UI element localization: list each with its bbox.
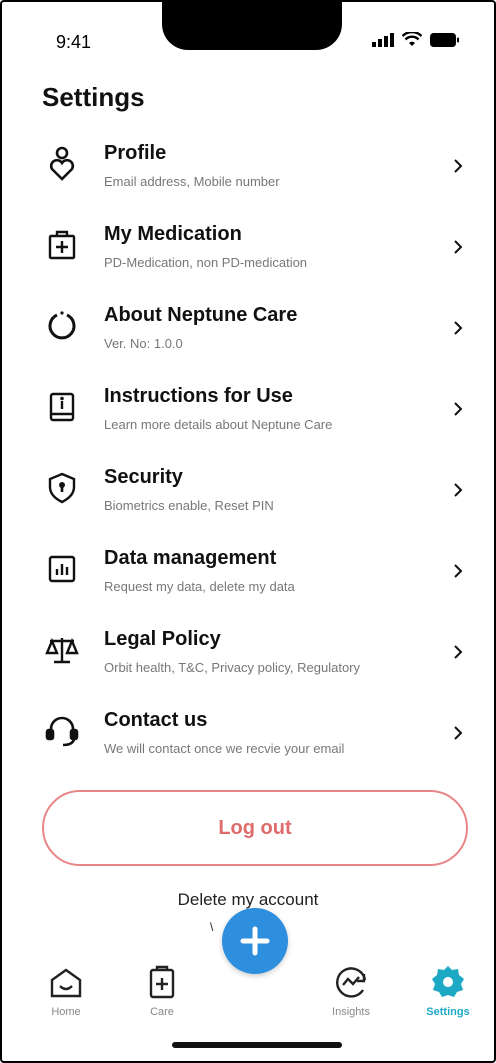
scales-icon: [42, 630, 82, 670]
page-title: Settings: [42, 82, 145, 112]
settings-item-label: My Medication: [104, 223, 242, 245]
bar-chart-icon: [42, 549, 82, 589]
logout-button[interactable]: Log out: [42, 790, 468, 866]
delete-account-link[interactable]: Delete my account: [2, 890, 494, 910]
chevron-right-icon: [454, 483, 463, 497]
settings-item-label: Contact us: [104, 709, 208, 731]
tab-label: Home: [51, 1006, 81, 1018]
wifi-icon: [402, 32, 422, 46]
tab-label: Settings: [426, 1006, 470, 1018]
settings-item-profile[interactable]: Profile Email address, Mobile number: [2, 122, 494, 203]
headset-icon: [42, 711, 82, 751]
settings-item-label: Data management: [104, 547, 277, 569]
signal-icon: [372, 32, 394, 47]
chevron-right-icon: [454, 159, 463, 173]
settings-item-subtitle: Biometrics enable, Reset PIN: [104, 498, 274, 513]
home-icon: [50, 968, 82, 998]
tab-home[interactable]: Home: [26, 962, 106, 1018]
settings-gear-icon: [432, 966, 464, 997]
settings-item-label: Security: [104, 466, 183, 488]
tab-care[interactable]: Care: [122, 962, 202, 1018]
settings-item-contact[interactable]: Contact us We will contact once we recvi…: [2, 689, 494, 770]
settings-item-subtitle: Learn more details about Neptune Care: [104, 417, 333, 432]
settings-list: Profile Email address, Mobile number My …: [2, 122, 494, 770]
settings-item-subtitle: PD-Medication, non PD-medication: [104, 255, 308, 270]
phone-frame: 9:41 Settings Profile Email address, Mob…: [0, 0, 496, 1063]
info-book-icon: [42, 387, 82, 427]
settings-item-subtitle: Email address, Mobile number: [104, 174, 280, 189]
profile-heart-icon: [42, 144, 82, 184]
chevron-right-icon: [454, 645, 463, 659]
settings-item-security[interactable]: Security Biometrics enable, Reset PIN: [2, 446, 494, 527]
tab-label: Insights: [332, 1006, 370, 1018]
settings-item-medication[interactable]: My Medication PD-Medication, non PD-medi…: [2, 203, 494, 284]
settings-item-subtitle: Request my data, delete my data: [104, 579, 295, 594]
status-icons: [372, 32, 460, 47]
settings-item-data-management[interactable]: Data management Request my data, delete …: [2, 527, 494, 608]
settings-item-subtitle: Ver. No: 1.0.0: [104, 336, 183, 351]
status-time: 9:41: [56, 32, 92, 52]
bottom-tab-bar: Home Care Insights Settings: [2, 962, 494, 1032]
medication-box-icon: [42, 225, 82, 265]
tab-settings[interactable]: Settings: [408, 962, 488, 1018]
chevron-right-icon: [454, 402, 463, 416]
battery-icon: [430, 32, 459, 47]
settings-item-instructions[interactable]: Instructions for Use Learn more details …: [2, 365, 494, 446]
settings-item-label: Instructions for Use: [104, 385, 293, 407]
settings-item-label: About Neptune Care: [104, 304, 298, 326]
tab-label: Care: [150, 1006, 174, 1018]
home-indicator: [172, 1042, 342, 1048]
settings-item-label: Profile: [104, 142, 167, 164]
settings-item-subtitle: We will contact once we recvie your emai…: [104, 741, 345, 756]
chevron-right-icon: [454, 240, 463, 254]
settings-item-label: Legal Policy: [104, 628, 221, 650]
power-ring-icon: [42, 306, 82, 346]
tab-insights[interactable]: Insights: [311, 962, 391, 1018]
plus-icon: [240, 926, 270, 956]
insights-icon: [336, 967, 367, 998]
chevron-right-icon: [454, 726, 463, 740]
settings-item-about[interactable]: About Neptune Care Ver. No: 1.0.0: [2, 284, 494, 365]
notch: [162, 2, 342, 50]
settings-item-subtitle: Orbit health, T&C, Privacy policy, Regul…: [104, 660, 361, 675]
chevron-right-icon: [454, 564, 463, 578]
status-bar: 9:41: [2, 2, 494, 82]
shield-lock-icon: [42, 468, 82, 508]
care-clipboard-icon: [149, 965, 175, 999]
chevron-right-icon: [454, 321, 463, 335]
settings-item-legal[interactable]: Legal Policy Orbit health, T&C, Privacy …: [2, 608, 494, 689]
